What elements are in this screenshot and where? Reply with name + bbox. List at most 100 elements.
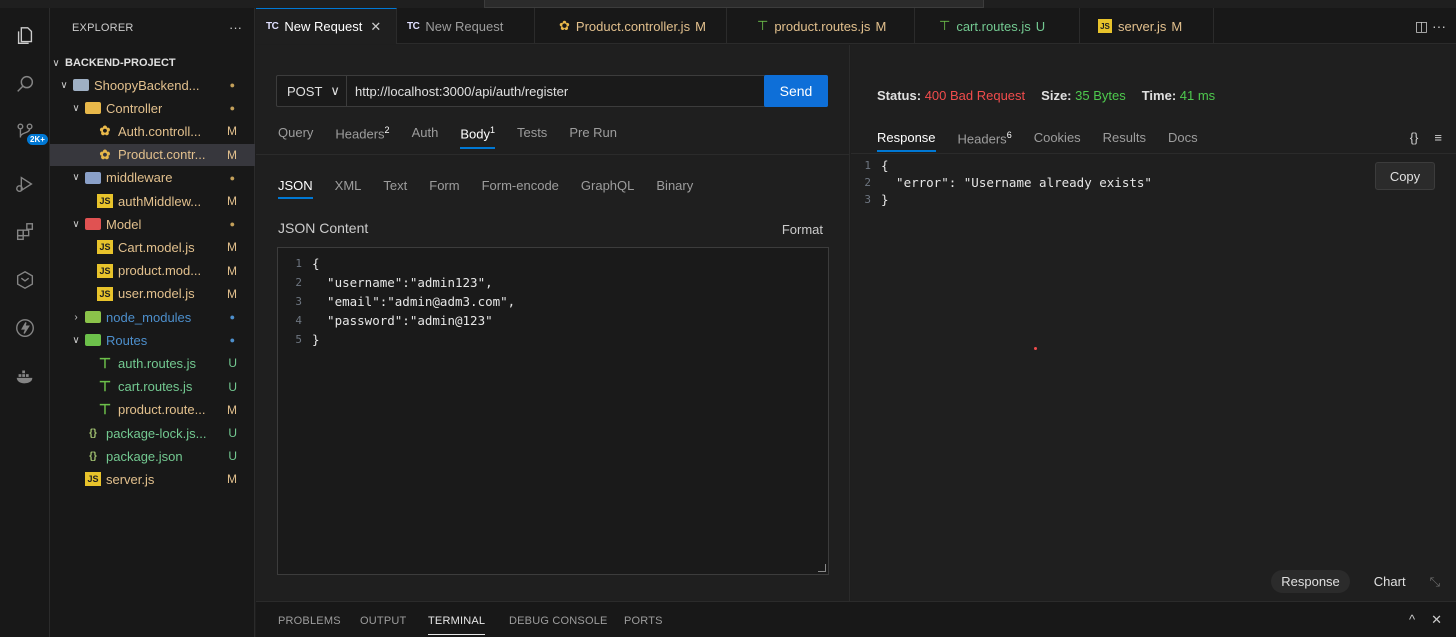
request-subtab[interactable]: Pre Run [569,125,617,149]
response-tab[interactable]: Response [877,130,936,153]
request-subtab[interactable]: Query [278,125,313,149]
response-tab-label: Results [1102,130,1147,145]
copy-button[interactable]: Copy [1375,162,1435,190]
tree-item[interactable]: ⊤ product.route... M [50,399,255,421]
body-type-tab[interactable]: Binary [656,178,693,199]
panel-tab[interactable]: OUTPUT [360,615,406,627]
body-type-tab[interactable]: XML [335,178,362,199]
tab-cart-routes[interactable]: ⊤ cart.routes.js U [915,8,1080,44]
tab-server-js[interactable]: JS server.js M [1080,8,1214,44]
run-debug-icon[interactable] [0,166,50,202]
close-panel-icon[interactable]: ✕ [1431,612,1442,628]
tree-item[interactable]: › node_modules ● [50,306,255,328]
request-subtab[interactable]: Body1 [460,125,495,150]
tree-item[interactable]: ⊤ cart.routes.js U [50,376,255,398]
tree-item[interactable]: ∨ middleware ● [50,167,255,189]
tab-product-controller[interactable]: ✿ Product.controller.js M [535,8,727,44]
js-file-icon: JS [85,472,101,487]
chevron-down-icon: ∨ [330,83,340,98]
body-type-tab[interactable]: Form-encode [482,178,559,199]
explorer-more-button[interactable]: ··· [229,20,242,35]
tab-new-request-1[interactable]: TC New Request ✕ [256,8,397,44]
tree-item-status: M [227,124,237,139]
split-editor-and-more-buttons[interactable]: ◫ ··· [1415,18,1446,35]
search-icon[interactable] [0,66,50,102]
format-button[interactable]: Format [782,222,823,237]
tree-item-label: authMiddlew... [118,193,202,209]
thunder-bolt-icon[interactable] [0,310,50,346]
braces-icon[interactable]: {} [1410,130,1419,145]
url-bar: POST ∨ http://localhost:3000/api/auth/re… [276,75,828,107]
explorer-panel: EXPLORER ··· ∨ BACKEND-PROJECT ∨ ShoopyBa… [50,8,255,637]
tree-item[interactable]: ∨ Controller ● [50,97,255,119]
response-tab-label: Headers [957,131,1007,147]
expand-icon[interactable]: ⤡ [1430,574,1440,590]
command-center[interactable] [484,0,984,8]
response-tab[interactable]: Cookies [1034,130,1081,152]
request-subtab[interactable]: Auth [412,125,439,149]
panel-tab[interactable]: PORTS [624,615,663,627]
tree-item[interactable]: ✿ Product.contr... M [50,143,255,166]
tree-item[interactable]: JS server.js M [50,468,255,490]
body-type-tab[interactable]: JSON [278,178,313,199]
code-text: } [312,332,320,347]
url-input[interactable]: http://localhost:3000/api/auth/register [347,84,764,99]
chevron-down-icon: ∨ [72,102,80,114]
js-file-icon: JS [97,286,113,301]
response-view-button[interactable]: Response [1271,570,1350,593]
body-type-tab[interactable]: Text [383,178,407,199]
response-footer: Response Chart ⤡ [1271,570,1440,593]
send-button[interactable]: Send [764,75,828,107]
tab-label: server.js [1118,18,1167,34]
response-tab-label: Cookies [1033,130,1081,145]
tree-item[interactable]: ∨ Routes ● [50,329,255,351]
menu-icon[interactable]: ≡ [1434,130,1442,145]
request-subtab[interactable]: Headers2 [335,125,389,149]
code-line: 4 "password":"admin@123" [278,311,492,330]
gear-icon: ✿ [559,18,570,33]
tree-item[interactable]: JS authMiddlew... M [50,190,255,212]
json-body-editor[interactable]: 1{2 "username":"admin123", 3 "email":"adm… [277,247,829,575]
tree-root[interactable]: ∨ BACKEND-PROJECT [50,52,255,74]
method-select[interactable]: POST ∨ [277,76,347,106]
tree-item[interactable]: ∨ ShoopyBackend... ● [50,74,255,96]
tab-status: M [1171,18,1183,34]
tree-item-label: Routes [106,332,148,348]
thunder-client-icon[interactable] [0,262,50,298]
chevron-down-icon: ∨ [72,172,80,184]
tree-item[interactable]: {} package.json U [50,445,255,467]
tree-item-label: Auth.controll... [118,123,202,139]
json-content-label: JSON Content [278,220,369,236]
tree-item[interactable]: ✿ Auth.controll... M [50,120,255,142]
tree-item[interactable]: {} package-lock.js... U [50,422,255,444]
method-label: POST [287,83,323,99]
maximize-panel-icon[interactable]: ^ [1409,612,1415,628]
response-tab[interactable]: Results [1103,130,1146,152]
tree-item[interactable]: JS product.mod... M [50,260,255,282]
request-subtab[interactable]: Tests [517,125,547,149]
count-badge: 2 [384,125,390,135]
resize-handle-icon[interactable] [818,564,826,572]
panel-tab[interactable]: PROBLEMS [278,615,341,627]
tree-item[interactable]: JS Cart.model.js M [50,236,255,258]
close-icon[interactable]: ✕ [370,19,381,35]
chart-view-button[interactable]: Chart [1364,570,1416,593]
tree-item[interactable]: ∨ Model ● [50,213,255,235]
extensions-icon[interactable] [0,214,50,250]
tab-product-routes[interactable]: ⊤ product.routes.js M [727,8,915,44]
tree-item[interactable]: ⊤ auth.routes.js U [50,352,255,374]
panel-tab[interactable]: TERMINAL [428,615,486,635]
tree-item-status: M [227,240,237,255]
code-text: } [881,192,889,207]
response-tab[interactable]: Docs [1168,130,1198,152]
panel-tab[interactable]: DEBUG CONSOLE [509,615,608,627]
response-tab[interactable]: Headers6 [958,130,1012,152]
body-type-tab[interactable]: GraphQL [581,178,634,199]
tree-item[interactable]: JS user.model.js M [50,283,255,305]
tab-new-request-2[interactable]: TC New Request [397,8,535,44]
docker-icon[interactable] [0,358,50,394]
response-view-icons: {} ≡ [1410,130,1442,145]
source-control-icon[interactable]: 2K+ [0,114,50,150]
files-icon[interactable] [0,18,50,54]
body-type-tab[interactable]: Form [429,178,459,199]
